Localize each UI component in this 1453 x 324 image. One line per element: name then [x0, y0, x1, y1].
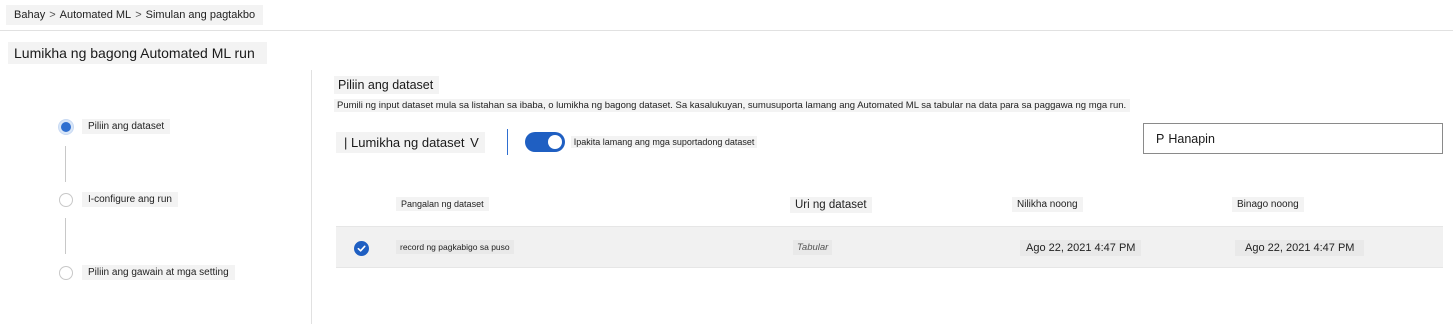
step-label: I-configure ang run — [82, 192, 178, 207]
search-placeholder: Hanapin — [1168, 131, 1215, 146]
dataset-created-date: Ago 22, 2021 4:47 PM — [1020, 240, 1142, 256]
breadcrumb-separator: > — [49, 9, 56, 21]
checkmark-icon[interactable] — [354, 241, 369, 256]
create-dataset-button[interactable]: | Lumikha ng dataset V — [336, 131, 485, 153]
create-dataset-prefix: | — [344, 134, 348, 150]
step-label: Piliin ang dataset — [82, 119, 171, 134]
breadcrumb-automated-ml-link[interactable]: Automated ML — [60, 9, 132, 21]
panel-description: Pumili ng input dataset mula sa listahan… — [334, 99, 1131, 112]
dataset-name[interactable]: record ng pagkabigo sa puso — [396, 240, 514, 254]
step-configure-run[interactable]: I-configure ang run — [59, 192, 178, 207]
dataset-type: Tabular — [793, 240, 833, 255]
search-icon: P — [1156, 131, 1165, 146]
chevron-down-icon: V — [470, 134, 479, 150]
step-pending-indicator-icon — [59, 265, 73, 280]
toggle-knob — [547, 135, 562, 149]
wizard-steps: Piliin ang dataset I-configure ang run P… — [0, 70, 312, 324]
breadcrumb-home-link[interactable]: Bahay — [14, 9, 45, 21]
step-connector — [65, 146, 66, 182]
breadcrumb: Bahay > Automated ML > Simulan ang pagta… — [0, 0, 1453, 31]
column-header-name[interactable]: Pangalan ng dataset — [396, 197, 489, 211]
panel-title: Piliin ang dataset — [334, 76, 440, 94]
breadcrumb-separator: > — [135, 9, 142, 21]
step-active-indicator-icon — [59, 119, 73, 134]
step-label: Piliin ang gawain at mga setting — [82, 265, 235, 280]
toolbar: | Lumikha ng dataset V Ipakita lamang an… — [336, 129, 758, 155]
column-header-created[interactable]: Nilikha noong — [1012, 197, 1083, 212]
create-dataset-label: Lumikha ng dataset — [351, 134, 465, 150]
breadcrumb-current: Simulan ang pagtakbo — [145, 9, 256, 21]
step-pending-indicator-icon — [59, 192, 73, 207]
search-input[interactable]: P Hanapin — [1143, 123, 1443, 154]
step-select-dataset[interactable]: Piliin ang dataset — [59, 119, 171, 134]
step-connector — [65, 218, 66, 254]
toolbar-divider — [506, 129, 508, 155]
page-title: Lumikha ng bagong Automated ML run — [8, 42, 267, 64]
breadcrumb-trail: Bahay > Automated ML > Simulan ang pagta… — [6, 5, 264, 25]
table-row[interactable]: record ng pagkabigo sa puso Tabular Ago … — [336, 226, 1443, 268]
table-header: Pangalan ng dataset Uri ng dataset Nilik… — [336, 193, 1443, 219]
step-task-settings[interactable]: Piliin ang gawain at mga setting — [59, 265, 235, 280]
column-header-type[interactable]: Uri ng dataset — [790, 197, 872, 213]
supported-datasets-toggle[interactable] — [524, 132, 565, 152]
supported-datasets-toggle-label: Ipakita lamang ang mga suportadong datas… — [570, 136, 758, 148]
column-header-modified[interactable]: Binago noong — [1232, 197, 1304, 212]
dataset-modified-date: Ago 22, 2021 4:47 PM — [1235, 240, 1365, 256]
